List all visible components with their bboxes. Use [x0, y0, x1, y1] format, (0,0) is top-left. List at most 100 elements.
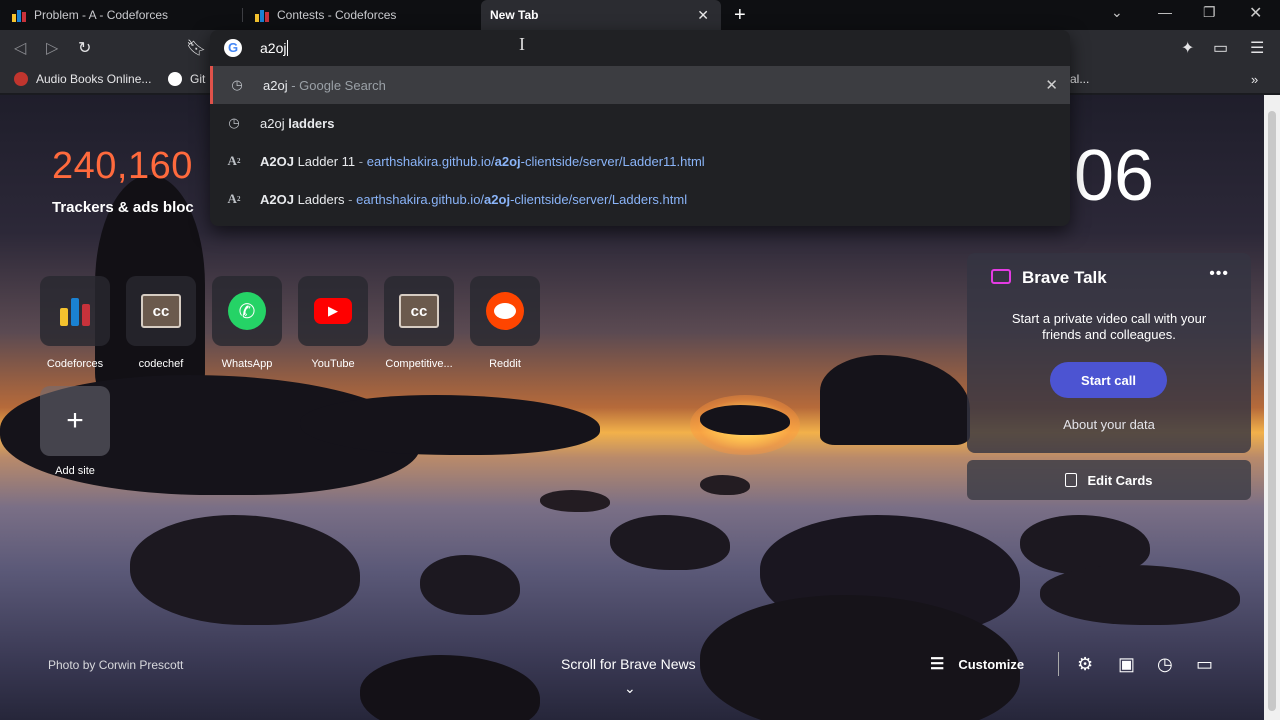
brave-talk-icon[interactable]: ▭ — [1196, 654, 1213, 675]
site-name: WhatsApp — [221, 358, 273, 370]
tab-search-chevron-icon[interactable]: ⌄ — [1111, 4, 1123, 21]
edit-cards-button[interactable]: Edit Cards — [967, 460, 1251, 500]
add-site-button[interactable]: + — [40, 386, 110, 456]
site-name: Codeforces — [46, 358, 104, 370]
codeforces-icon — [60, 296, 90, 326]
tab-strip: Problem - A - Codeforces Contests - Code… — [0, 0, 1280, 30]
site-name: codechef — [138, 358, 184, 370]
minimize-icon[interactable]: — — [1158, 4, 1172, 20]
rock — [700, 405, 790, 435]
top-site-codechef[interactable]: cc codechef — [118, 276, 204, 370]
google-icon: G — [224, 39, 242, 57]
customize-button[interactable]: ☰ Customize — [930, 654, 1024, 674]
suggestion-row[interactable]: A2 A2OJ Ladders - earthshakira.github.io… — [210, 180, 1070, 218]
a2oj-favicon-icon: A2 — [227, 153, 241, 168]
suggestion-text: A2OJ Ladders - earthshakira.github.io/a2… — [260, 191, 688, 207]
close-window-icon[interactable]: ✕ — [1249, 3, 1262, 23]
menu-icon[interactable]: ☰ — [1250, 38, 1264, 58]
forward-icon[interactable]: ▷ — [46, 38, 58, 58]
trackers-count: 240,160 — [52, 145, 193, 187]
start-call-button[interactable]: Start call — [1050, 362, 1167, 398]
history-icon[interactable]: ◷ — [1157, 654, 1173, 675]
site-name: YouTube — [311, 358, 355, 370]
tab-new-tab[interactable]: New Tab ✕ — [481, 0, 721, 30]
history-icon: ◷ — [231, 77, 243, 92]
address-bar[interactable]: G a2oj — [210, 30, 1070, 66]
github-icon — [168, 72, 182, 86]
footer-divider — [1058, 652, 1059, 676]
remove-suggestion-icon[interactable]: ✕ — [1045, 76, 1058, 94]
bookmark-label: al... — [1070, 72, 1090, 86]
add-site-label: Add site — [55, 465, 95, 477]
tab-label: Problem - A - Codeforces — [34, 8, 169, 22]
plus-icon: + — [66, 404, 84, 437]
suggestion-row[interactable]: A2 A2OJ Ladder 11 - earthshakira.github.… — [210, 142, 1070, 180]
brave-talk-description: Start a private video call with your fri… — [1011, 311, 1207, 342]
address-input[interactable]: a2oj — [260, 40, 288, 56]
top-site-reddit[interactable]: Reddit — [462, 276, 548, 370]
photo-credit[interactable]: Photo by Corwin Prescott — [48, 658, 183, 672]
site-tile[interactable]: cc — [126, 276, 196, 346]
site-tile[interactable]: cc — [384, 276, 454, 346]
site-tile[interactable] — [40, 276, 110, 346]
codeforces-favicon-icon — [12, 8, 26, 22]
edit-cards-label: Edit Cards — [1087, 472, 1153, 488]
cards-icon — [1065, 473, 1078, 487]
more-options-icon[interactable]: ••• — [1209, 265, 1229, 283]
site-name: Competitive... — [385, 358, 453, 370]
bookmark-icon[interactable]: 🔖︎ — [186, 38, 206, 58]
bookmark-audio-books[interactable]: Audio Books Online... — [14, 72, 151, 86]
bookmark-label: Audio Books Online... — [36, 72, 152, 86]
codechef-icon: cc — [141, 294, 181, 328]
site-tile[interactable] — [470, 276, 540, 346]
tab-contests[interactable]: Contests - Codeforces — [243, 0, 481, 30]
site-tile[interactable]: ✆ — [212, 276, 282, 346]
rock — [610, 515, 730, 570]
scroll-for-news[interactable]: Scroll for Brave News — [561, 656, 696, 672]
rock — [700, 475, 750, 495]
codeforces-favicon-icon — [255, 8, 269, 22]
bookmark-partial[interactable]: al... — [1070, 72, 1089, 86]
trackers-label: Trackers & ads bloc — [52, 199, 194, 216]
settings-gear-icon[interactable]: ⚙ — [1077, 654, 1093, 675]
page-scrollbar[interactable] — [1264, 95, 1280, 720]
top-site-whatsapp[interactable]: ✆ WhatsApp — [204, 276, 290, 370]
reload-icon[interactable]: ↻ — [78, 38, 91, 58]
top-site-codeforces[interactable]: Codeforces — [32, 276, 118, 370]
bookmarks-icon[interactable]: ▣ — [1118, 654, 1135, 675]
chevron-down-icon[interactable]: ⌄ — [624, 680, 636, 697]
restore-icon[interactable]: ❐ — [1203, 4, 1216, 21]
brave-talk-title: Brave Talk — [1022, 268, 1107, 287]
sliders-icon: ☰ — [930, 656, 945, 673]
scrollbar-thumb[interactable] — [1268, 111, 1276, 711]
suggestion-row[interactable]: ◷ a2oj ladders — [210, 104, 1070, 142]
wallet-icon[interactable]: ▭ — [1213, 38, 1228, 58]
rock — [820, 355, 970, 445]
bookmark-label: Git — [190, 72, 206, 86]
suggestion-row[interactable]: ◷ a2oj - Google Search ✕ — [210, 66, 1070, 104]
extensions-icon[interactable]: ✦ — [1181, 38, 1194, 58]
back-icon[interactable]: ◁ — [14, 38, 26, 58]
bookmarks-overflow-icon[interactable]: » — [1251, 72, 1258, 87]
suggestion-text: a2oj ladders — [260, 115, 335, 131]
top-site-youtube[interactable]: ▶ YouTube — [290, 276, 376, 370]
suggestion-text: a2oj - Google Search — [263, 77, 386, 93]
rock — [1040, 565, 1240, 625]
top-site-competitive[interactable]: cc Competitive... — [376, 276, 462, 370]
tab-problem[interactable]: Problem - A - Codeforces — [0, 0, 242, 30]
site-tile[interactable]: ▶ — [298, 276, 368, 346]
brave-talk-card: Brave Talk ••• Start a private video cal… — [967, 253, 1251, 453]
new-tab-button[interactable]: + — [734, 4, 746, 27]
history-icon: ◷ — [228, 115, 240, 130]
video-camera-icon — [991, 269, 1011, 284]
about-your-data-link[interactable]: About your data — [967, 417, 1251, 432]
close-tab-icon[interactable]: ✕ — [697, 7, 709, 24]
whatsapp-icon: ✆ — [228, 292, 266, 330]
rock — [420, 555, 520, 615]
a2oj-favicon-icon: A2 — [227, 191, 241, 206]
suggestion-text: A2OJ Ladder 11 - earthshakira.github.io/… — [260, 153, 705, 169]
audiobooks-favicon-icon — [14, 72, 28, 86]
customize-label: Customize — [958, 656, 1025, 672]
bookmark-github[interactable]: Git — [168, 72, 205, 86]
clock: 06 — [1074, 136, 1155, 216]
